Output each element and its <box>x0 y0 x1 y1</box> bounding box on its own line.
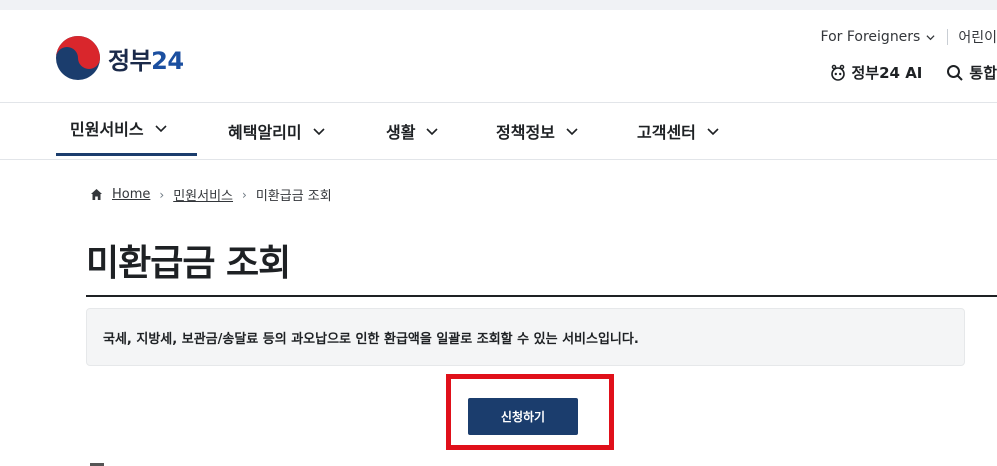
gov24-logo[interactable]: 정부24 <box>54 34 184 82</box>
kids-link[interactable]: 어린이 <box>958 27 997 47</box>
nav-benefit-alert-label: 혜택알리미 <box>228 123 302 142</box>
nav-customer-center[interactable]: 고객센터 <box>637 103 720 159</box>
chevron-down-icon <box>426 128 439 136</box>
nav-customer-center-label: 고객센터 <box>637 123 696 142</box>
nav-benefit-alert[interactable]: 혜택알리미 <box>228 103 326 159</box>
ai-robot-icon <box>830 64 845 81</box>
nav-life[interactable]: 생활 <box>386 103 439 159</box>
title-divider <box>86 295 997 297</box>
gov24-ai-button[interactable]: 정부24 AI <box>829 62 923 83</box>
nav-civil-service-label: 민원서비스 <box>70 120 144 139</box>
top-strip <box>0 0 997 10</box>
utility-top: For Foreigners 어린이 <box>821 27 997 47</box>
chevron-down-icon <box>313 128 325 136</box>
for-foreigners-link[interactable]: For Foreigners <box>821 29 949 45</box>
gov24-ai-label: 정부24 AI <box>851 64 923 82</box>
site-header: 정부24 For Foreigners 어린이 정부24 AI 통합 <box>0 10 997 103</box>
home-icon <box>91 189 102 200</box>
chevron-right-icon: › <box>242 187 247 202</box>
chevron-down-icon <box>707 128 719 136</box>
logo-text-number: 24 <box>151 46 184 75</box>
global-nav: 민원서비스 혜택알리미 생활 정책정보 고객센터 <box>0 103 997 160</box>
nav-civil-service[interactable]: 민원서비스 <box>56 103 197 156</box>
chevron-down-icon <box>155 125 167 133</box>
breadcrumb-civil-service[interactable]: 민원서비스 <box>173 185 233 204</box>
taegeuk-logo-icon <box>56 36 100 80</box>
apply-button[interactable]: 신청하기 <box>468 398 578 435</box>
breadcrumb-home[interactable]: Home <box>112 187 150 202</box>
logo-text: 정부24 <box>108 41 184 76</box>
utility-bottom: 정부24 AI 통합 <box>829 62 997 83</box>
breadcrumb-current: 미환급금 조회 <box>255 189 332 204</box>
nav-policy-info-label: 정책정보 <box>496 123 555 142</box>
service-notice-box: 국세, 지방세, 보관금/송달료 등의 과오납으로 인한 환급액을 일괄로 조회… <box>86 308 965 366</box>
chevron-down-icon <box>566 128 578 136</box>
chevron-down-icon <box>926 34 935 40</box>
logo-text-korean: 정부 <box>108 46 152 75</box>
for-foreigners-label: For Foreigners <box>820 29 921 45</box>
breadcrumb: Home › 민원서비스 › 미환급금 조회 <box>90 185 332 204</box>
integrated-search-label: 통합 <box>969 64 997 82</box>
service-notice-text: 국세, 지방세, 보관금/송달료 등의 과오납으로 인한 환급액을 일괄로 조회… <box>103 332 639 347</box>
page-title: 미환급금 조회 <box>86 243 291 284</box>
search-icon <box>947 64 964 81</box>
nav-life-label: 생활 <box>386 123 416 142</box>
nav-policy-info[interactable]: 정책정보 <box>496 103 579 159</box>
integrated-search-button[interactable]: 통합 <box>946 62 997 83</box>
chevron-right-icon: › <box>159 187 165 202</box>
